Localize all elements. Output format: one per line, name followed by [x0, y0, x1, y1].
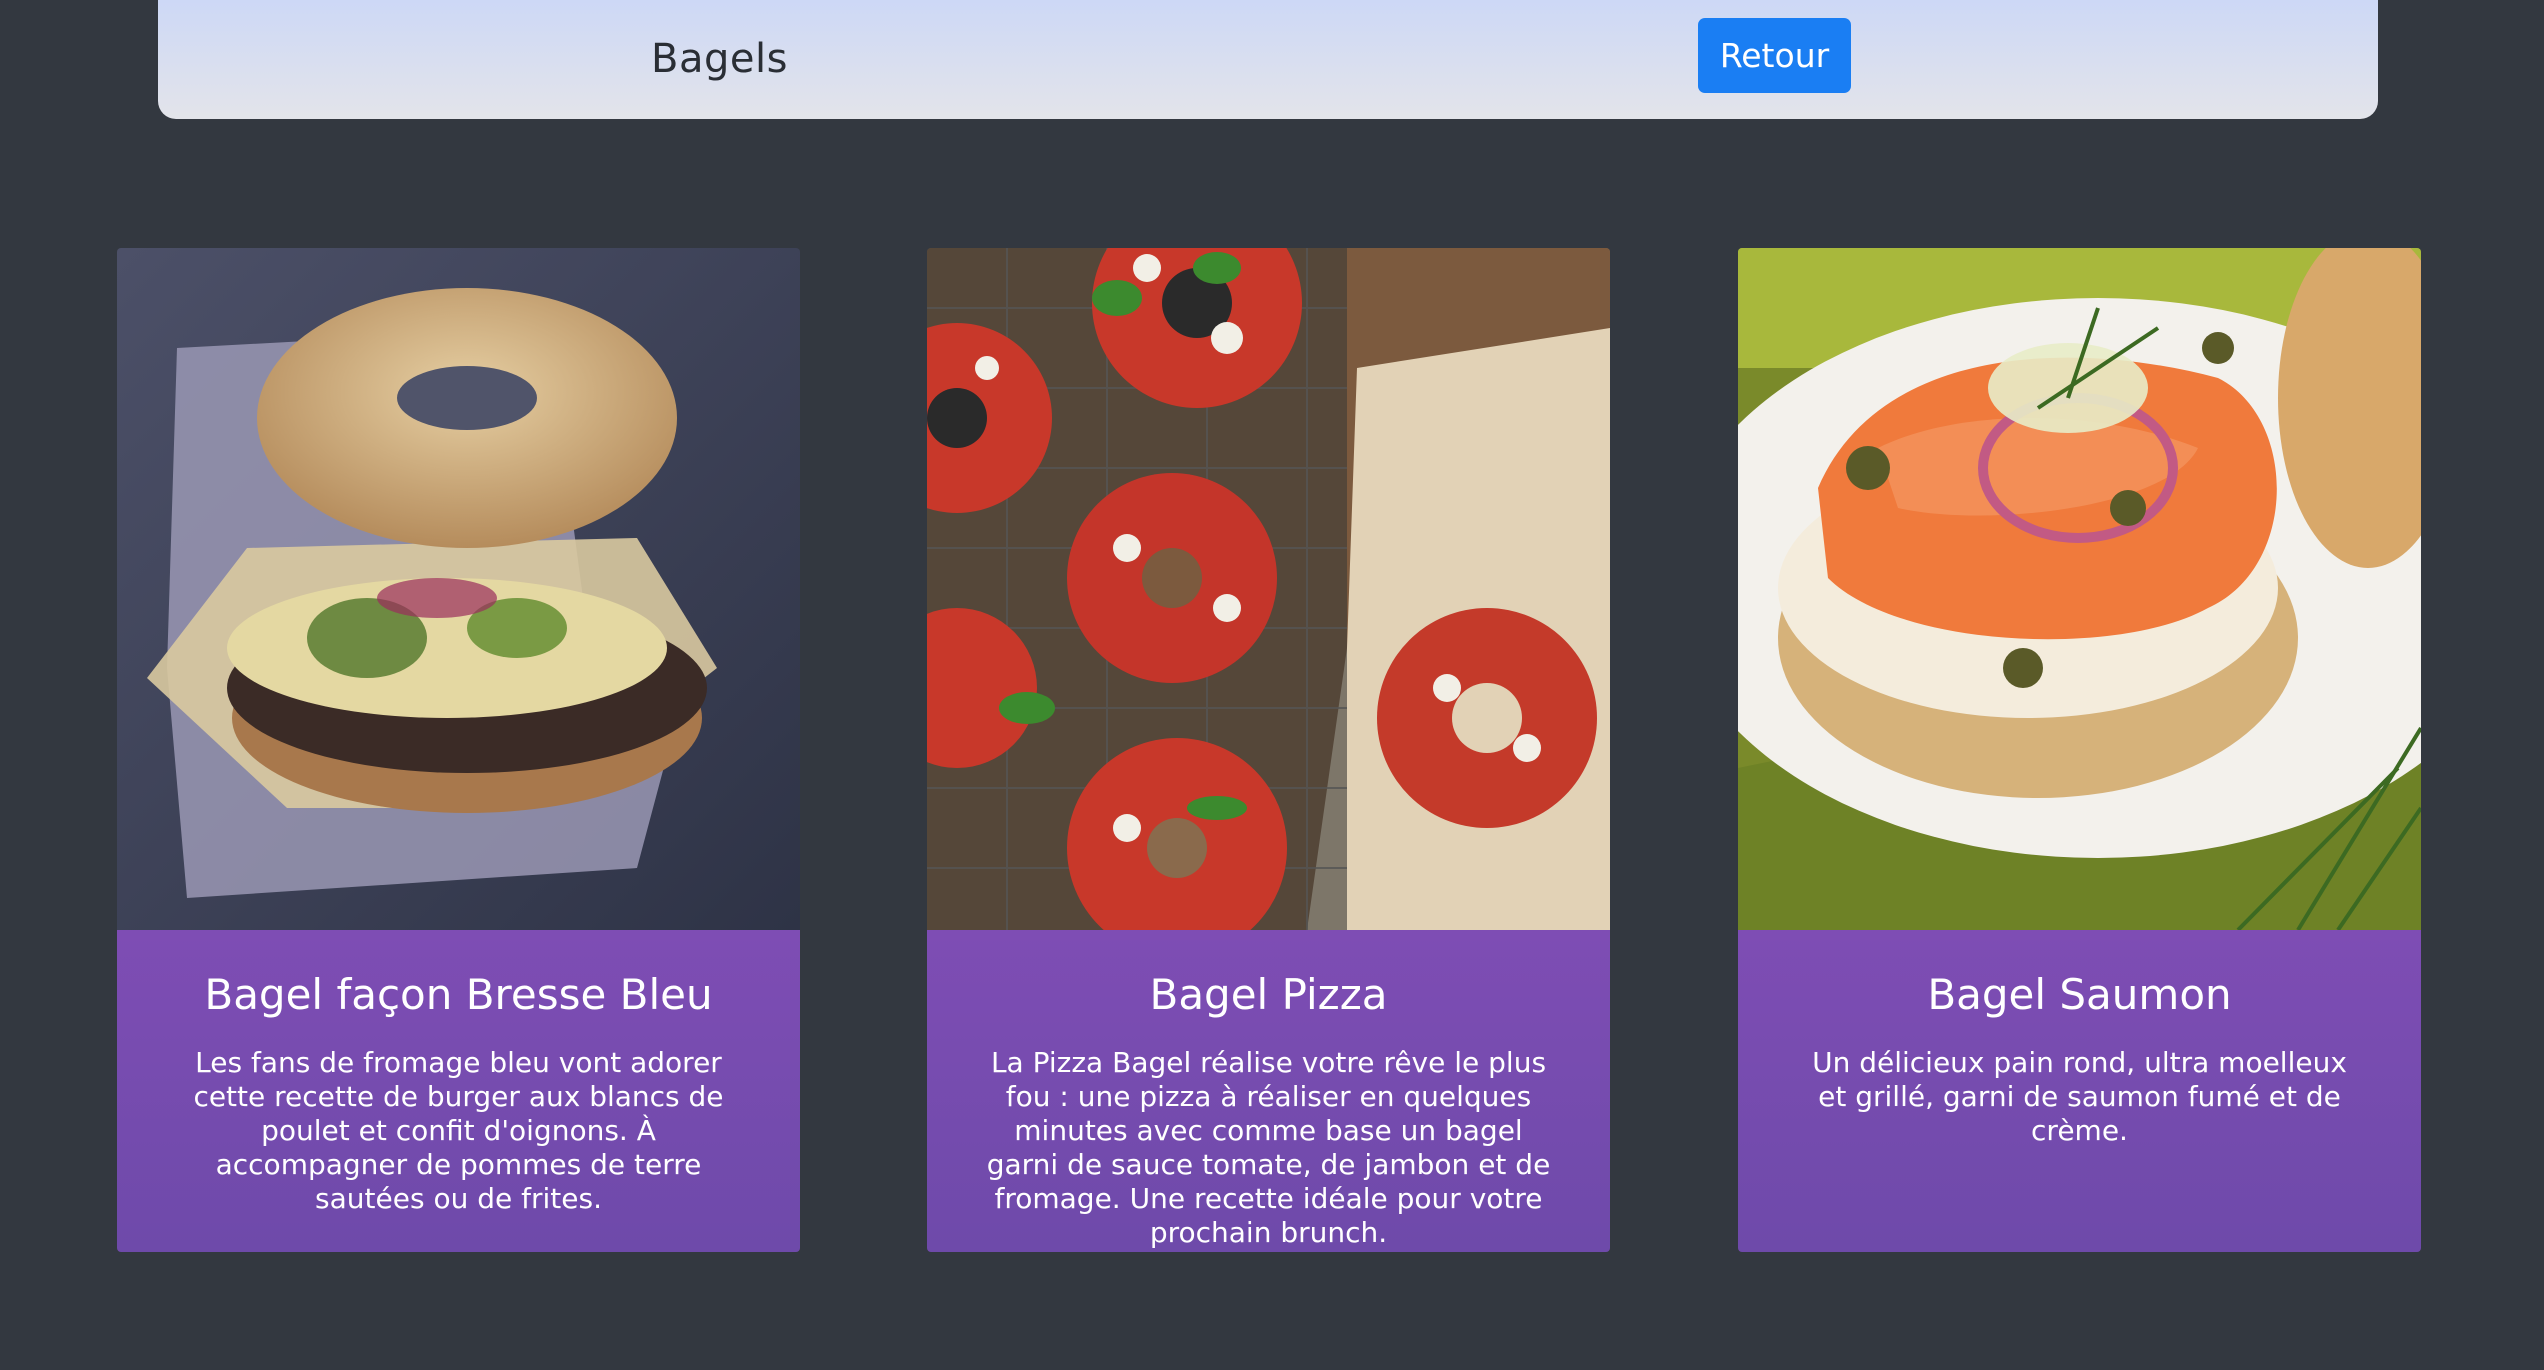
card-title: Bagel Saumon — [1927, 970, 2232, 1019]
card-description: La Pizza Bagel réalise votre rêve le plu… — [986, 1046, 1551, 1249]
card-body: Bagel façon Bresse Bleu Les fans de from… — [117, 930, 800, 1252]
recipe-card-pizza[interactable]: Bagel Pizza La Pizza Bagel réalise votre… — [927, 248, 1610, 1252]
card-title: Bagel façon Bresse Bleu — [204, 970, 713, 1019]
bagel-pizza-photo — [927, 248, 1610, 930]
card-body: Bagel Pizza La Pizza Bagel réalise votre… — [927, 930, 1610, 1252]
card-grid: Bagel façon Bresse Bleu Les fans de from… — [0, 248, 2544, 1252]
recipe-card-saumon[interactable]: Bagel Saumon Un délicieux pain rond, ult… — [1738, 248, 2421, 1252]
card-title: Bagel Pizza — [1149, 970, 1388, 1019]
card-body: Bagel Saumon Un délicieux pain rond, ult… — [1738, 930, 2421, 1252]
back-button[interactable]: Retour — [1698, 18, 1851, 93]
bagel-saumon-photo — [1738, 248, 2421, 930]
page-title: Bagels — [651, 36, 788, 82]
recipe-card-bresse-bleu[interactable]: Bagel façon Bresse Bleu Les fans de from… — [117, 248, 800, 1252]
card-description: Les fans de fromage bleu vont adorer cet… — [193, 1046, 724, 1215]
bagel-bresse-bleu-photo — [117, 248, 800, 930]
card-description: Un délicieux pain rond, ultra moelleux e… — [1812, 1046, 2347, 1147]
header-bar: Bagels Retour — [158, 0, 2378, 119]
